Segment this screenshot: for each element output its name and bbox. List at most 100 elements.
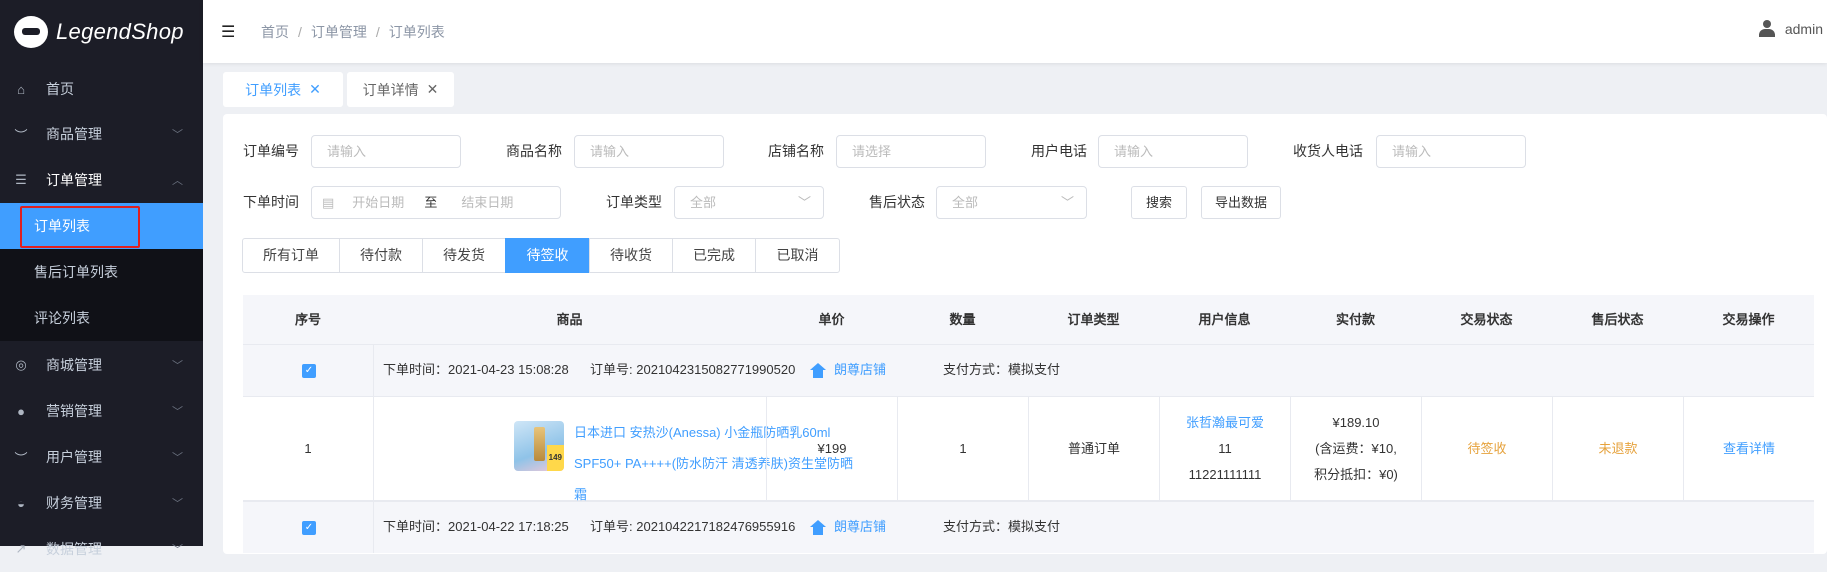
- menu-label: 评论列表: [34, 310, 90, 326]
- shop-name-select[interactable]: 请选择: [836, 135, 986, 168]
- order-header-row: ✓ 下单时间：2021-04-23 15:08:28 订单号: 20210423…: [243, 344, 1814, 396]
- product-thumbnail[interactable]: [514, 421, 564, 471]
- order-type: 普通订单: [1028, 397, 1159, 501]
- order-type-select[interactable]: 全部 ﹀: [674, 186, 824, 219]
- close-icon[interactable]: ✕: [309, 81, 321, 98]
- menu-label: 售后订单列表: [34, 264, 118, 280]
- menu-label: 商品管理: [46, 126, 102, 142]
- order-type-label: 订单类型: [606, 194, 662, 210]
- paid-total: ¥189.10: [1332, 415, 1380, 430]
- sidebar-item-finance[interactable]: ◒ 财务管理 ﹀: [0, 480, 203, 526]
- status-tab-completed[interactable]: 已完成: [672, 238, 756, 273]
- table-row: 1 日本进口 安热沙(Anessa) 小金瓶防晒乳60ml SPF50+ PA+…: [243, 396, 1814, 502]
- chevron-down-icon: ﹀: [797, 195, 811, 210]
- order-header-row: ✓ 下单时间：2021-04-22 17:18:25 订单号: 20210422…: [243, 501, 1814, 553]
- sidebar-item-mall[interactable]: ◎ 商城管理 ﹀: [0, 342, 203, 388]
- pay-method: 支付方式：模拟支付: [943, 362, 1061, 377]
- after-sale-select[interactable]: 全部 ﹀: [936, 186, 1087, 219]
- receiver-phone-input[interactable]: 请输入: [1376, 135, 1526, 168]
- breadcrumb: 首页 / 订单管理 / 订单列表: [261, 23, 445, 40]
- range-separator: 至: [424, 195, 438, 210]
- product-cell: 日本进口 安热沙(Anessa) 小金瓶防晒乳60ml SPF50+ PA+++…: [373, 397, 853, 502]
- shop-name: 朗尊店铺: [834, 362, 887, 377]
- sidebar-item-review-list[interactable]: 评论列表: [0, 295, 203, 341]
- menu-label: 订单管理: [46, 172, 102, 188]
- breadcrumb-orders[interactable]: 订单管理: [311, 24, 367, 40]
- chevron-up-icon: ︿: [172, 175, 183, 187]
- user-phone-input[interactable]: 请输入: [1098, 135, 1248, 168]
- col-qty: 数量: [949, 312, 976, 327]
- order-no: 2021042315082771990520: [636, 362, 796, 377]
- user-phone: 11221111111: [1188, 467, 1262, 482]
- col-after-sale: 售后状态: [1591, 312, 1644, 327]
- user-info: 张哲瀚最可爱 11 11221111111: [1159, 397, 1290, 501]
- sidebar-item-data[interactable]: ↗ 数据管理 ﹀: [0, 526, 203, 572]
- eye-closed-icon: ︶: [14, 450, 28, 466]
- order-checkbox[interactable]: ✓: [302, 364, 316, 378]
- col-order-type: 订单类型: [1067, 312, 1120, 327]
- user-icon: ●: [17, 403, 25, 419]
- menu-label: 首页: [46, 81, 74, 97]
- time-label: 下单时间：: [383, 519, 449, 534]
- status-tab-unpaid[interactable]: 待付款: [339, 238, 423, 273]
- username: admin: [1784, 21, 1823, 37]
- logo[interactable]: LegendShop: [0, 0, 203, 63]
- user-name-link[interactable]: 张哲瀚最可爱: [1186, 410, 1264, 436]
- search-button[interactable]: 搜索: [1131, 186, 1187, 219]
- sidebar-item-home[interactable]: ⌂ 首页: [0, 66, 203, 112]
- start-date[interactable]: 开始日期: [352, 195, 404, 210]
- user-menu[interactable]: admin: [1758, 20, 1823, 38]
- sidebar-item-order-list[interactable]: 订单列表: [0, 203, 203, 249]
- order-time: 2021-04-23 15:08:28: [448, 362, 569, 377]
- menu-label: 营销管理: [46, 403, 102, 419]
- tab-order-detail[interactable]: 订单详情 ✕: [347, 72, 454, 107]
- order-no: 2021042217182476955916: [636, 519, 796, 534]
- calendar-icon: ▤: [322, 195, 335, 210]
- order-no-input[interactable]: 请输入: [311, 135, 461, 168]
- sidebar-item-after-sale-list[interactable]: 售后订单列表: [0, 249, 203, 295]
- status-tab-cancelled[interactable]: 已取消: [755, 238, 840, 273]
- tab-order-list[interactable]: 订单列表 ✕: [223, 72, 343, 107]
- chevron-down-icon: ﹀: [172, 129, 183, 141]
- date-range-picker[interactable]: ▤ 开始日期 至 结束日期: [311, 186, 561, 219]
- menu-label: 财务管理: [46, 495, 102, 511]
- time-label: 下单时间：: [383, 362, 449, 377]
- home-icon: ⌂: [17, 81, 25, 97]
- status-tab-to-sign[interactable]: 待签收: [505, 238, 590, 273]
- status-tab-to-receive[interactable]: 待收货: [589, 238, 673, 273]
- order-time-label: 下单时间: [243, 194, 299, 210]
- sidebar-item-users[interactable]: ︶ 用户管理 ﹀: [0, 434, 203, 480]
- product-name-input[interactable]: 请输入: [574, 135, 724, 168]
- chevron-down-icon: ﹀: [172, 406, 183, 418]
- order-checkbox[interactable]: ✓: [302, 521, 316, 535]
- dashboard-icon: ◒: [17, 495, 25, 511]
- menu-label: 商城管理: [46, 357, 102, 373]
- menu-label: 数据管理: [46, 541, 102, 557]
- order-no-label: 订单号:: [590, 519, 633, 534]
- menu-fold-icon[interactable]: ☰: [221, 22, 237, 42]
- chevron-down-icon: ﹀: [1060, 195, 1074, 210]
- sidebar-item-orders[interactable]: ☰ 订单管理 ︿: [0, 157, 203, 203]
- unit-price: ¥199: [766, 397, 897, 501]
- row-index: 1: [304, 441, 312, 456]
- col-index: 序号: [294, 312, 321, 327]
- shop-link[interactable]: 朗尊店铺: [810, 502, 886, 552]
- view-detail-link[interactable]: 查看详情: [1683, 397, 1814, 501]
- export-button[interactable]: 导出数据: [1201, 186, 1281, 219]
- breadcrumb-home[interactable]: 首页: [261, 24, 289, 40]
- menu-label: 用户管理: [46, 449, 102, 465]
- sidebar-item-marketing[interactable]: ● 营销管理 ﹀: [0, 388, 203, 434]
- sidebar: LegendShop ⌂ 首页 ︶ 商品管理 ﹀ ☰ 订单管理 ︿ 订单列表 售后订单列表…: [0, 0, 203, 557]
- chevron-down-icon: ﹀: [172, 360, 183, 372]
- freight: (含运费：¥10,: [1315, 441, 1397, 456]
- shop-name: 朗尊店铺: [834, 519, 887, 534]
- sidebar-item-products[interactable]: ︶ 商品管理 ﹀: [0, 111, 203, 157]
- col-user-info: 用户信息: [1198, 312, 1251, 327]
- order-time: 2021-04-22 17:18:25: [448, 519, 569, 534]
- status-tab-all[interactable]: 所有订单: [242, 238, 340, 273]
- close-icon[interactable]: ✕: [427, 81, 439, 98]
- top-header: ☰ 首页 / 订单管理 / 订单列表 admin: [203, 0, 1827, 63]
- shop-link[interactable]: 朗尊店铺: [810, 345, 886, 395]
- end-date[interactable]: 结束日期: [461, 195, 513, 210]
- status-tab-to-ship[interactable]: 待发货: [422, 238, 506, 273]
